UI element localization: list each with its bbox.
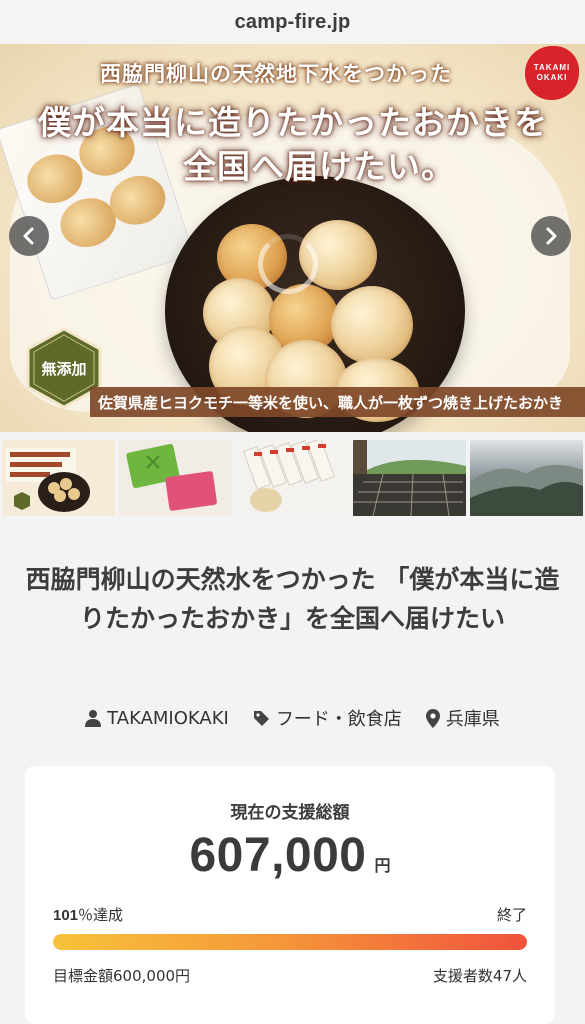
hero-image[interactable]: 西脇門柳山の天然地下水をつかった 僕が本当に造りたかったおかきを 全国へ届けたい… <box>0 44 585 432</box>
location-link[interactable]: 兵庫県 <box>425 705 500 731</box>
category-link[interactable]: フード・飲食店 <box>253 705 402 731</box>
funding-detail-row: 目標金額600,000円 支援者数47人 <box>53 965 527 986</box>
loading-spinner-icon <box>258 234 318 294</box>
funding-progress-fill <box>53 934 527 950</box>
funding-progress-bar <box>53 934 527 950</box>
hero-headline-line1: 西脇門柳山の天然地下水をつかった <box>100 61 452 86</box>
funding-label: 現在の支援総額 <box>230 803 350 823</box>
thumb-wrapped-gifts[interactable] <box>119 440 232 516</box>
category-name: フード・飲食店 <box>275 709 402 730</box>
chevron-right-icon <box>546 227 557 245</box>
funding-amount: 607,000 円 <box>25 828 555 883</box>
badge-text: 無添加 <box>41 359 87 378</box>
brand-logo: TAKAMI OKAKI <box>525 46 579 100</box>
hero-headline-line2: 僕が本当に造りたかったおかきを <box>38 103 548 142</box>
funding-progress-row: 101％達成 終了 <box>53 904 527 925</box>
funding-amount-unit: 円 <box>374 856 391 875</box>
thumb-okaki-plate[interactable] <box>2 440 115 516</box>
person-icon <box>85 710 102 727</box>
logo-text-line2: OKAKI <box>536 73 568 82</box>
tag-icon <box>253 710 269 726</box>
carousel-next-button[interactable] <box>531 216 571 256</box>
thumb-packages[interactable] <box>236 440 349 516</box>
project-status: 終了 <box>496 906 527 924</box>
carousel-prev-button[interactable] <box>9 216 49 256</box>
location-name: 兵庫県 <box>445 709 500 730</box>
location-pin-icon <box>425 708 440 728</box>
thumb-factory[interactable] <box>353 440 466 516</box>
owner-name: TAKAMIOKAKI <box>107 707 229 729</box>
thumbnail-strip <box>0 440 585 516</box>
achievement-percent: 101 <box>53 907 79 924</box>
achievement-rate: 101％達成 <box>53 904 123 925</box>
chevron-left-icon <box>23 227 34 245</box>
browser-url-bar[interactable]: camp-fire.jp <box>0 0 585 44</box>
funding-amount-value: 607,000 <box>189 829 367 882</box>
thumb-mountains[interactable] <box>470 440 583 516</box>
project-title: 西脇門柳山の天然水をつかった 「僕が本当に造りたかったおかき」を全国へ届けたい <box>25 565 560 633</box>
hero-headline-line3: 全国へ届けたい。 <box>183 147 455 186</box>
goal-amount: 目標金額600,000円 <box>53 967 191 985</box>
url-text: camp-fire.jp <box>234 10 351 33</box>
project-meta: TAKAMIOKAKI フード・飲食店 兵庫県 <box>0 703 585 733</box>
backer-count: 支援者数47人 <box>432 967 527 985</box>
achievement-suffix: ％達成 <box>78 906 124 924</box>
owner-link[interactable]: TAKAMIOKAKI <box>85 708 229 729</box>
hero-caption: 佐賀県産ヒヨクモチ一等米を使い、職人が一枚ずつ焼き上げたおかき <box>90 387 585 417</box>
funding-card: 現在の支援総額 607,000 円 101％達成 終了 目標金額600,000円 … <box>25 766 555 1024</box>
logo-text-line1: TAKAMI <box>533 63 571 72</box>
